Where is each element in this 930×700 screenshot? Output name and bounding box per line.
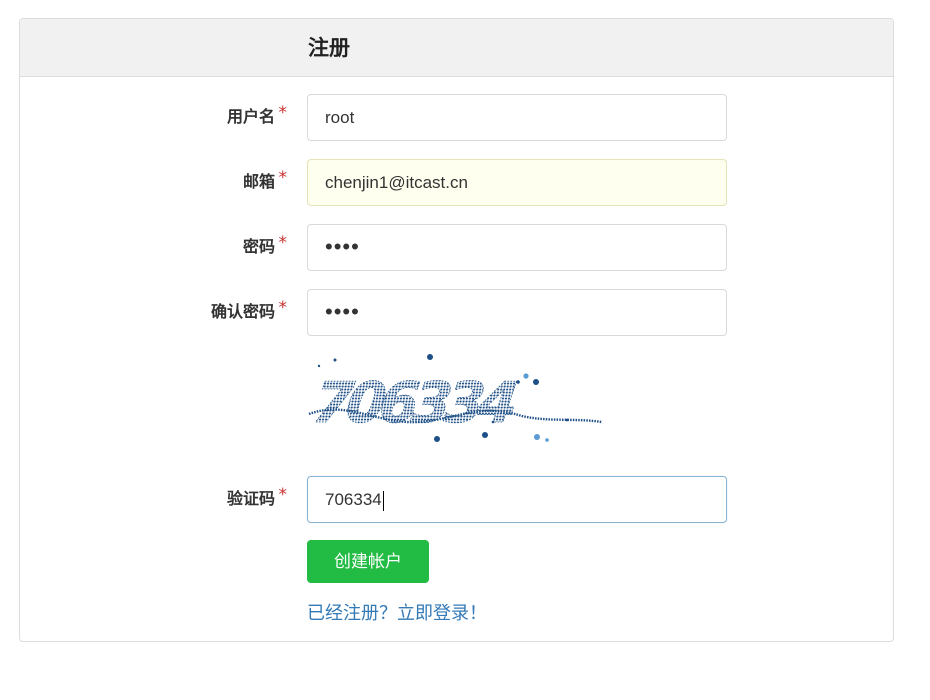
password-input[interactable]: •••• — [307, 224, 727, 271]
text-cursor — [382, 490, 384, 511]
confirm-password-label: 确认密码 * — [210, 298, 287, 321]
username-label: 用户名 * — [226, 103, 287, 126]
required-mark: * — [278, 298, 288, 318]
register-panel: 注册 用户名 * root 邮箱 * chenjin1@itcast.cn 密码 * … — [19, 18, 894, 642]
email-input[interactable]: chenjin1@itcast.cn — [307, 159, 727, 206]
required-mark: * — [278, 233, 288, 253]
email-label: 邮箱 * — [242, 168, 287, 191]
login-link[interactable]: 已经注册？立即登录！ — [307, 603, 487, 625]
captcha-input[interactable]: 706334 — [307, 476, 727, 523]
captcha-label: 验证码 * — [226, 485, 287, 508]
required-mark: * — [278, 103, 288, 123]
panel-heading: 注册 — [20, 19, 893, 77]
captcha-image[interactable]: 706334 — [307, 352, 607, 452]
page-title: 注册 — [308, 36, 350, 60]
create-account-button[interactable]: 创建帐户 — [307, 540, 429, 583]
confirm-password-input[interactable]: •••• — [307, 289, 727, 336]
required-mark: * — [278, 168, 288, 188]
password-label: 密码 * — [242, 233, 287, 256]
captcha-text: 706334 — [309, 371, 519, 436]
username-input[interactable]: root — [307, 94, 727, 141]
required-mark: * — [278, 485, 288, 505]
